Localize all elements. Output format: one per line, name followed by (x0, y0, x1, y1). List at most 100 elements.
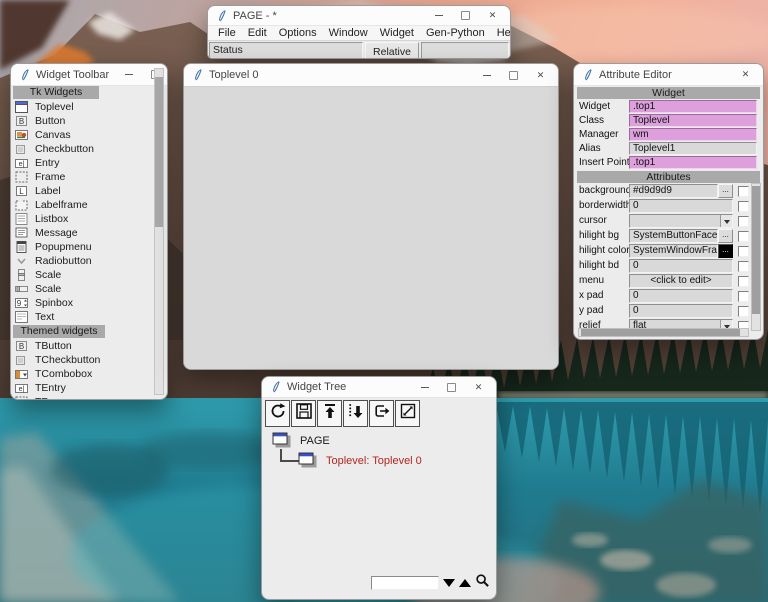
scaleh-icon (15, 283, 28, 295)
attribute-editor-titlebar[interactable]: Attribute Editor (574, 64, 763, 86)
toolbar-item-labelframe[interactable]: Labelframe (11, 198, 167, 212)
toplevel-titlebar[interactable]: Toplevel 0 (184, 64, 558, 87)
field-value[interactable]: .top1 (629, 156, 757, 169)
attribute-checkbox[interactable] (738, 276, 749, 287)
scrollbar-thumb[interactable] (155, 77, 163, 227)
search-up-icon[interactable] (459, 579, 471, 587)
attribute-checkbox[interactable] (738, 261, 749, 272)
search-down-icon[interactable] (443, 579, 455, 587)
toplevel-canvas[interactable] (184, 86, 558, 369)
tree-node-toplevel[interactable]: Toplevel: Toplevel 0 (326, 455, 422, 467)
field-value[interactable]: .top1 (629, 100, 757, 113)
ellipsis-button[interactable]: ... (718, 229, 733, 243)
maximize-button[interactable] (452, 6, 479, 25)
toolbar-item-label[interactable]: LLabel (11, 184, 167, 198)
widget-toolbar-titlebar[interactable]: Widget Toolbar (11, 64, 167, 86)
attribute-checkbox[interactable] (738, 246, 749, 257)
toolbar-item-scale[interactable]: Scale (11, 268, 167, 282)
toolbar-item-checkbutton[interactable]: Checkbutton (11, 142, 167, 156)
field-label: borderwidth (579, 200, 631, 211)
menu-file[interactable]: File (212, 27, 242, 39)
attribute-checkbox[interactable] (738, 201, 749, 212)
field-value[interactable]: 0 (629, 259, 733, 273)
field-value[interactable]: <click to edit> (629, 274, 733, 288)
resize-button[interactable] (395, 400, 420, 427)
ellipsis-button[interactable]: ... (718, 244, 733, 258)
export-button[interactable] (369, 400, 394, 427)
field-value[interactable]: wm (629, 128, 757, 141)
attribute-editor-vscrollbar[interactable] (751, 183, 761, 331)
field-value[interactable]: SystemWindowFrame (629, 244, 718, 258)
field-value[interactable]: #d9d9d9 (629, 184, 718, 198)
toolbar-item-text[interactable]: Text (11, 310, 167, 324)
field-value[interactable]: 0 (629, 289, 733, 303)
toolbar-item-message[interactable]: Message (11, 226, 167, 240)
scrollbar-thumb[interactable] (752, 186, 760, 314)
toolbar-item-tentry[interactable]: e|TEntry (11, 381, 167, 395)
menu-help[interactable]: Help (491, 27, 511, 39)
toolbar-item-tframe[interactable]: TFrame (11, 395, 167, 399)
collapse-button[interactable] (317, 400, 342, 427)
minimize-button[interactable] (411, 377, 438, 397)
widget-toolbar-scrollbar[interactable] (154, 68, 164, 395)
field-value[interactable]: Toplevel1 (629, 142, 757, 155)
minimize-button[interactable] (425, 6, 452, 25)
menu-window[interactable]: Window (323, 27, 374, 39)
toolbar-item-spinbox[interactable]: 9Spinbox (11, 296, 167, 310)
menu-edit[interactable]: Edit (242, 27, 273, 39)
check-icon (15, 354, 28, 366)
toolbar-item-entry[interactable]: e|Entry (11, 156, 167, 170)
field-wrap: 0 (629, 289, 733, 303)
field-value[interactable]: Toplevel (629, 114, 757, 127)
menu-widget[interactable]: Widget (374, 27, 420, 39)
toolbar-item-frame[interactable]: Frame (11, 170, 167, 184)
attribute-checkbox[interactable] (738, 186, 749, 197)
attribute-checkbox[interactable] (738, 216, 749, 227)
refresh-button[interactable] (265, 400, 290, 427)
toolbar-item-button[interactable]: BButton (11, 114, 167, 128)
close-button[interactable] (465, 377, 492, 397)
toolbar-item-tbutton[interactable]: BTButton (11, 339, 167, 353)
toolbar-item-tcheckbutton[interactable]: TCheckbutton (11, 353, 167, 367)
maximize-button[interactable] (438, 377, 465, 397)
toolbar-item-radiobutton[interactable]: Radiobutton (11, 254, 167, 268)
toolbar-item-toplevel[interactable]: Toplevel (11, 100, 167, 114)
toolbar-item-canvas[interactable]: Canvas (11, 128, 167, 142)
field-value[interactable] (629, 214, 733, 228)
toolbar-item-listbox[interactable]: Listbox (11, 212, 167, 226)
close-button[interactable] (479, 6, 506, 25)
page-titlebar[interactable]: PAGE - * (208, 6, 510, 26)
expand-button[interactable] (343, 400, 368, 427)
svg-text:B: B (19, 342, 24, 351)
attribute-checkbox[interactable] (738, 306, 749, 317)
toolbar-item-popupmenu[interactable]: Popupmenu (11, 240, 167, 254)
toolbar-item-scale[interactable]: Scale (11, 282, 167, 296)
maximize-button[interactable] (500, 64, 527, 86)
attribute-editor-hscrollbar[interactable] (578, 328, 749, 337)
field-value[interactable]: 0 (629, 199, 733, 213)
menu-gen-python[interactable]: Gen-Python (420, 27, 491, 39)
attribute-checkbox[interactable] (738, 231, 749, 242)
close-button[interactable] (527, 64, 554, 86)
relative-button[interactable]: Relative (365, 42, 419, 59)
widget-tree-titlebar[interactable]: Widget Tree (262, 377, 496, 398)
save-button[interactable] (291, 400, 316, 427)
scrollbar-thumb[interactable] (581, 329, 740, 336)
toplevel-window-title: Toplevel 0 (209, 69, 259, 81)
tree-search-input[interactable] (371, 576, 439, 590)
field-value[interactable]: 0 (629, 304, 733, 318)
toolbar-item-tcombobox[interactable]: TCombobox (11, 367, 167, 381)
close-button[interactable] (732, 64, 759, 85)
tree-node-root[interactable]: PAGE (300, 435, 330, 447)
ellipsis-button[interactable]: ... (718, 184, 733, 198)
minimize-button[interactable] (473, 64, 500, 86)
page-feather-icon (217, 10, 227, 22)
dropdown-arrow-icon[interactable] (720, 215, 732, 227)
magnifier-icon[interactable] (475, 573, 490, 593)
menu-options[interactable]: Options (273, 27, 323, 39)
field-value[interactable]: SystemButtonFace (629, 229, 718, 243)
field-wrap: 0 (629, 304, 733, 318)
minimize-button[interactable] (115, 64, 142, 85)
toolbar-item-label: Frame (35, 171, 65, 183)
attribute-checkbox[interactable] (738, 291, 749, 302)
